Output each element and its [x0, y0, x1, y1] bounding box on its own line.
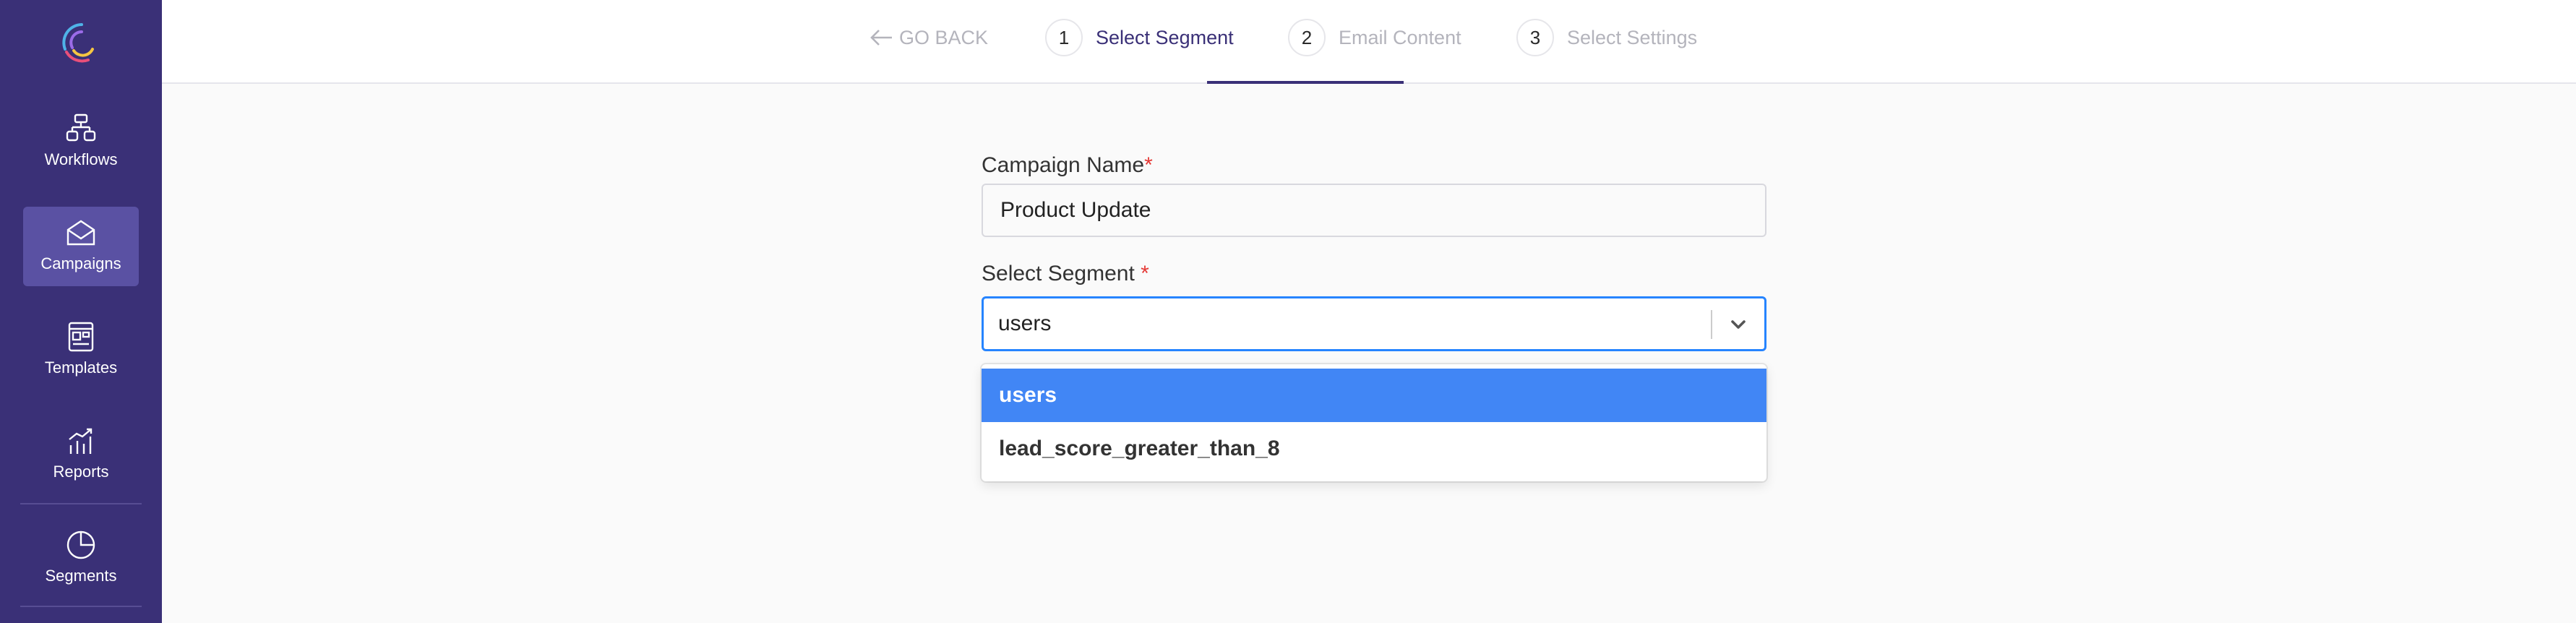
go-back-label: GO BACK — [899, 26, 989, 48]
mail-icon — [66, 220, 95, 246]
template-icon — [68, 322, 94, 352]
campaign-name-label: Campaign Name* — [982, 153, 1153, 177]
sidebar-divider — [20, 503, 142, 504]
workflow-icon — [66, 113, 96, 142]
step-number: 1 — [1045, 19, 1083, 56]
step-label: Email Content — [1339, 26, 1461, 48]
wizard-header: GO BACK 1 Select Segment 2 Email Content… — [162, 0, 2576, 84]
logo-icon — [62, 23, 94, 63]
step-label: Select Segment — [1096, 26, 1234, 48]
select-separator — [1711, 310, 1712, 339]
pie-chart-icon — [66, 530, 95, 559]
segment-select[interactable]: users — [982, 296, 1766, 351]
chevron-down-icon[interactable] — [1725, 313, 1751, 336]
segment-select-value[interactable]: users — [998, 312, 1051, 336]
sidebar-item-label: Segments — [45, 567, 117, 585]
campaign-name-input[interactable] — [982, 184, 1766, 237]
sidebar: Workflows Campaigns Templates Reports Se… — [0, 0, 162, 623]
sidebar-item-label: Workflows — [44, 150, 118, 168]
arrow-left-icon — [870, 30, 892, 46]
required-marker: * — [1141, 262, 1149, 285]
required-marker: * — [1144, 153, 1153, 177]
segment-option-lead-score[interactable]: lead_score_greater_than_8 — [982, 422, 1766, 476]
sidebar-item-label: Reports — [53, 463, 109, 481]
sidebar-item-label: Templates — [44, 358, 118, 377]
sidebar-divider — [20, 606, 142, 607]
sidebar-item-segments[interactable]: Segments — [23, 519, 139, 598]
step-select-segment[interactable]: 1 Select Segment — [1045, 19, 1234, 56]
reports-icon — [69, 428, 93, 454]
active-step-indicator — [1207, 81, 1404, 84]
sidebar-item-workflows[interactable]: Workflows — [23, 103, 139, 182]
sidebar-item-templates[interactable]: Templates — [23, 311, 139, 390]
segment-option-users[interactable]: users — [982, 369, 1766, 422]
sidebar-item-reports[interactable]: Reports — [23, 415, 139, 494]
select-segment-label: Select Segment * — [982, 262, 1149, 285]
go-back-button[interactable]: GO BACK — [869, 23, 988, 52]
segment-dropdown-menu: users lead_score_greater_than_8 — [982, 364, 1766, 481]
step-select-settings[interactable]: 3 Select Settings — [1516, 19, 1697, 56]
step-number: 3 — [1516, 19, 1554, 56]
step-number: 2 — [1288, 19, 1326, 56]
step-label: Select Settings — [1567, 26, 1698, 48]
sidebar-item-label: Campaigns — [40, 254, 121, 272]
sidebar-item-campaigns[interactable]: Campaigns — [23, 207, 139, 286]
step-email-content[interactable]: 2 Email Content — [1288, 19, 1461, 56]
